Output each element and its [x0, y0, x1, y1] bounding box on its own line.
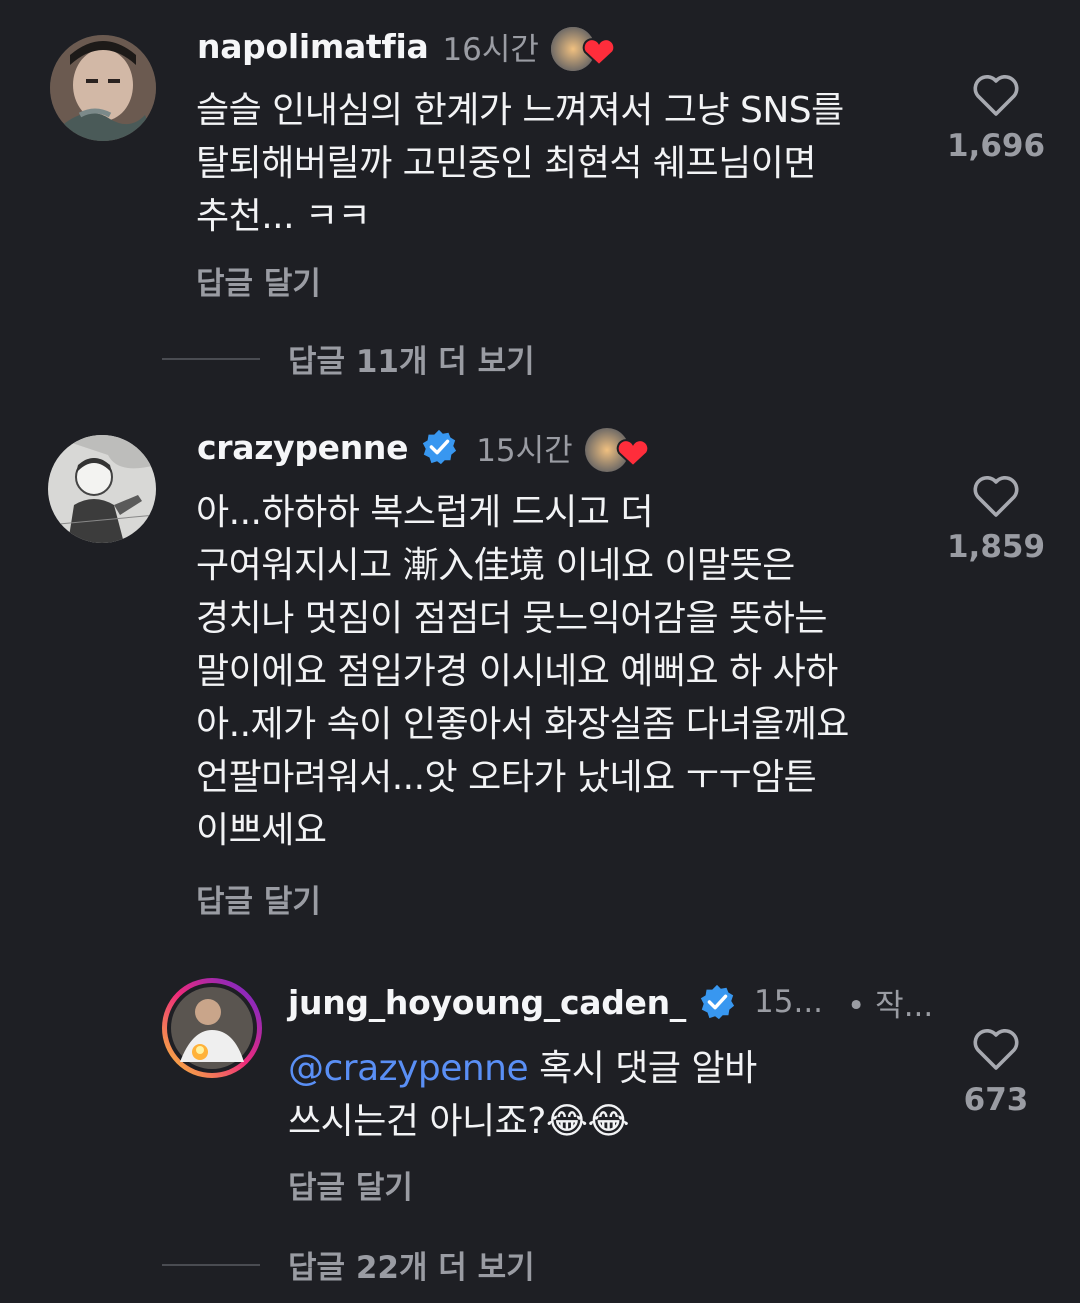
reply-jung_hoyoung_caden_: jung_hoyoung_caden_ 15... • 작... @crazyp… — [0, 960, 1080, 1303]
like-count: 1,859 — [946, 529, 1046, 565]
like-area: 1,696 — [941, 72, 1051, 164]
verified-badge-icon — [423, 429, 457, 465]
username[interactable]: crazypenne — [197, 428, 409, 467]
verified-badge-icon — [700, 984, 735, 1020]
view-more-replies-label[interactable]: 답글 22개 더 보기 — [288, 1242, 535, 1287]
view-more-replies-label[interactable]: 답글 11개 더 보기 — [288, 336, 535, 381]
reply-button[interactable]: 답글 달기 — [196, 258, 321, 303]
like-area: 673 — [941, 1026, 1051, 1118]
comment-text: 아...하하하 복스럽게 드시고 더 구여워지시고 漸入佳境 이네요 이말뜻은 … — [196, 492, 849, 851]
divider-line — [162, 357, 260, 360]
view-more-replies[interactable]: 답글 11개 더 보기 — [162, 336, 535, 381]
like-count: 1,696 — [946, 128, 1046, 164]
creator-liked-heart-icon — [550, 25, 616, 71]
avatar[interactable] — [48, 435, 156, 543]
username[interactable]: napolimatfia — [197, 27, 429, 66]
view-more-replies[interactable]: 답글 22개 더 보기 — [162, 1242, 535, 1287]
like-area: 1,859 — [941, 473, 1051, 565]
heart-outline-icon[interactable] — [971, 473, 1021, 519]
heart-outline-icon[interactable] — [971, 72, 1021, 118]
timestamp: 15... — [754, 984, 824, 1020]
reply-button[interactable]: 답글 달기 — [196, 876, 321, 921]
author-tag: • 작... — [847, 987, 934, 1024]
avatar[interactable] — [162, 978, 262, 1078]
comment-text: @crazypenne 혹시 댓글 알바 쓰시는건 아니죠?😂😂 — [288, 1042, 908, 1148]
comment-napolimatfia: napolimatfia 16시간 슬슬 인내심의 한계가 느껴져서 그냥 SN… — [0, 0, 1080, 400]
avatar[interactable] — [50, 35, 156, 141]
reply-button[interactable]: 답글 달기 — [288, 1162, 413, 1207]
timestamp: 15시간 — [476, 432, 573, 469]
like-count: 673 — [963, 1082, 1029, 1118]
comment-text: 슬슬 인내심의 한계가 느껴져서 그냥 SNS를 탈퇴해버릴까 고민중인 최현석… — [196, 90, 844, 237]
timestamp: 16시간 — [442, 31, 539, 68]
divider-line — [162, 1263, 260, 1266]
creator-liked-heart-icon — [584, 426, 650, 472]
username[interactable]: jung_hoyoung_caden_ — [288, 983, 686, 1022]
comment-crazypenne: crazypenne 15시간 아...하하하 복스럽게 드시고 더 구여워지시… — [0, 410, 1080, 950]
heart-outline-icon[interactable] — [971, 1026, 1021, 1072]
mention-link[interactable]: @crazypenne — [288, 1048, 529, 1089]
